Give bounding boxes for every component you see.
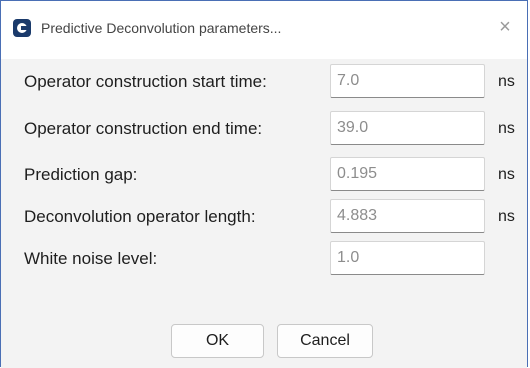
start-time-input[interactable] (330, 64, 485, 98)
prediction-gap-label: Prediction gap: (24, 165, 138, 184)
prediction-gap-input[interactable] (330, 157, 485, 191)
form-row-white-noise: White noise level: (24, 241, 524, 277)
prediction-gap-unit: ns (498, 166, 515, 183)
title-bar[interactable]: Predictive Deconvolution parameters... × (1, 1, 527, 59)
operator-length-unit: ns (498, 208, 515, 225)
end-time-unit: ns (498, 120, 515, 137)
form-row-end-time: Operator construction end time: ns (24, 111, 524, 147)
white-noise-input[interactable] (330, 241, 485, 275)
dialog-window: Predictive Deconvolution parameters... ×… (0, 0, 528, 368)
cancel-button[interactable]: Cancel (277, 324, 373, 358)
dialog-body: Operator construction start time: ns Ope… (1, 59, 527, 368)
end-time-input[interactable] (330, 111, 485, 145)
close-icon[interactable]: × (491, 13, 519, 41)
form-row-prediction-gap: Prediction gap: ns (24, 157, 524, 193)
form-row-operator-length: Deconvolution operator length: ns (24, 199, 524, 235)
white-noise-label: White noise level: (24, 249, 158, 268)
start-time-unit: ns (498, 73, 515, 90)
ok-button[interactable]: OK (171, 324, 264, 358)
start-time-label: Operator construction start time: (24, 72, 267, 91)
form-row-start-time: Operator construction start time: ns (24, 64, 524, 100)
app-logo-icon (13, 19, 31, 37)
operator-length-input[interactable] (330, 199, 485, 233)
window-title: Predictive Deconvolution parameters... (41, 20, 282, 36)
end-time-label: Operator construction end time: (24, 119, 263, 138)
operator-length-label: Deconvolution operator length: (24, 207, 256, 226)
